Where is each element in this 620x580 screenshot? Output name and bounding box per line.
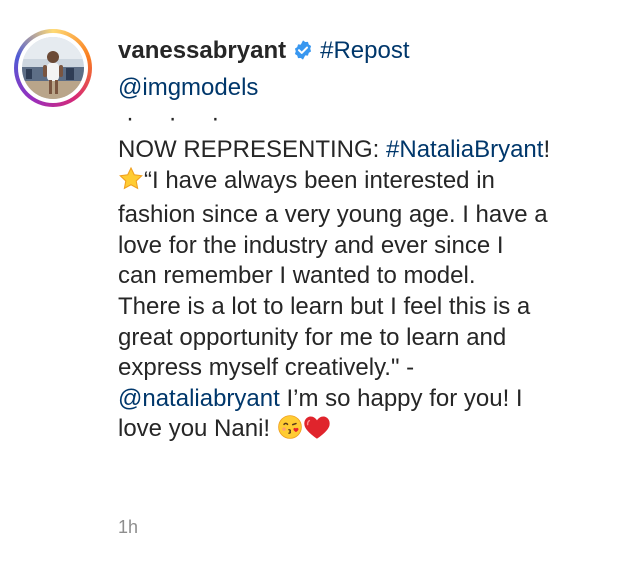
star-emoji-icon: [118, 166, 144, 201]
caption-line-10: love you Nani!: [118, 414, 613, 449]
caption-block: vanessabryant #Repost @imgmodels · · · NO…: [118, 34, 613, 449]
caption-line-3: fashion since a very young age. I have a: [118, 201, 548, 229]
red-heart-emoji-icon: [303, 414, 331, 449]
instagram-post: vanessabryant #Repost @imgmodels · · · NO…: [0, 0, 620, 580]
source-mention-line: @imgmodels: [118, 71, 613, 105]
caption-line-9: @nataliabryant I’m so happy for you! I: [118, 384, 523, 412]
caption-line-8: express myself creatively." -: [118, 354, 415, 382]
avatar[interactable]: [22, 37, 84, 99]
caption-line-5: can remember I wanted to model.: [118, 262, 476, 290]
imgmodels-mention-link[interactable]: @imgmodels: [118, 74, 258, 101]
caption-line-6: There is a lot to learn but I feel this …: [118, 292, 531, 320]
username-link[interactable]: vanessabryant: [118, 37, 286, 64]
caption-line-2: “I have always been interested in: [118, 166, 613, 201]
story-ring[interactable]: [14, 29, 92, 107]
nataliabryant-hashtag-link[interactable]: #NataliaBryant: [386, 136, 543, 163]
repost-hashtag-link[interactable]: #Repost: [320, 37, 409, 64]
caption-line-7: great opportunity for me to learn and: [118, 323, 507, 351]
caption-line-1: NOW REPRESENTING: #NataliaBryant!: [118, 136, 551, 163]
avatar-image: [22, 37, 84, 99]
caption-text: NOW REPRESENTING: #NataliaBryant! “I hav…: [118, 135, 613, 449]
post-timestamp[interactable]: 1h: [118, 516, 138, 538]
header-line: vanessabryant #Repost: [118, 34, 613, 71]
caption-dots: · · ·: [126, 105, 234, 132]
verified-badge-icon: [292, 37, 314, 71]
caption-line-4: love for the industry and ever since I: [118, 231, 504, 259]
kissing-face-emoji-icon: [277, 414, 303, 449]
nataliabryant-mention-link[interactable]: @nataliabryant: [118, 385, 280, 412]
